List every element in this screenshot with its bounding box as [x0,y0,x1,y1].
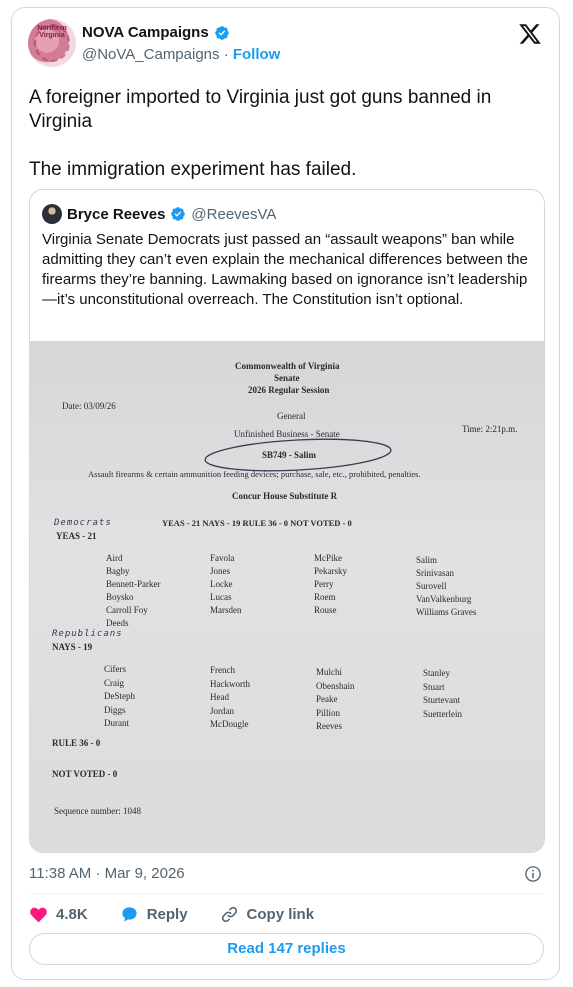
senator-name: Williams Graves [416,607,477,617]
reply-label: Reply [146,906,188,923]
senator-name: Suetterlein [423,708,462,719]
quoted-author-name: Bryce Reeves [67,205,166,223]
yeas-column: Aird Bagby Bennett-Parker Boysko Carroll… [106,552,160,630]
yeas-column: Favola Jones Locke Lucas Marsden [210,552,242,617]
author-handle-row: @NoVA_Campaigns · Follow [82,46,280,63]
verified-badge-icon [171,207,186,221]
senator-name: Head [210,692,229,702]
senator-name: Stanley [423,668,450,678]
nays-column: Stanley Stuart Sturtevant Suetterlein [423,667,462,721]
doc-nays-label: NAYS - 19 [52,642,93,652]
doc-header: Senate [274,373,300,383]
doc-date: Date: 03/09/26 [62,401,116,411]
senator-name: Locke [210,579,233,589]
senator-name: Aird [106,553,123,563]
senator-name: Marsden [210,605,242,615]
divider [29,893,544,894]
tweet-card: Northern Virginia NOVA Campaigns @NoVA_C… [11,7,560,980]
senator-name: Craig [104,677,124,688]
vote-document-photo[interactable]: Commonwealth of Virginia Senate 2026 Reg… [30,341,544,852]
senator-name: Bagby [106,566,130,576]
senator-name: VanValkenburg [416,594,472,604]
nays-column: French Hackworth Head Jordan McDougle [210,664,250,732]
doc-time: Time: 2:21p.m. [462,424,518,434]
verified-badge-icon [214,25,229,40]
senator-name: Diggs [104,704,126,715]
senator-name: Perry [314,579,334,589]
like-button[interactable]: 4.8K [29,905,88,924]
quoted-author-row: Bryce Reeves @ReevesVA [42,204,276,224]
senator-name: Bennett-Parker [106,579,161,589]
doc-tally: YEAS - 21 NAYS - 19 RULE 36 - 0 NOT VOTE… [162,518,352,528]
reply-bubble-icon [122,907,137,922]
doc-sequence: Sequence number: 1048 [54,806,141,816]
senator-name: Durant [104,718,129,728]
doc-general: General [277,411,306,421]
handle-separator: · [223,46,229,63]
follow-button[interactable]: Follow [233,46,281,63]
tweet-paragraph: The immigration experiment has failed. [29,159,357,180]
senator-name: Pekarsky [314,566,347,576]
reply-button[interactable]: Reply [120,905,188,924]
author-display-name[interactable]: NOVA Campaigns [82,24,209,41]
doc-header: Commonwealth of Virginia [235,361,340,371]
senator-name: Sturtevant [423,695,460,705]
tweet-timestamp[interactable]: 11:38 AM · Mar 9, 2026 [29,865,185,882]
link-icon [221,906,237,923]
like-count: 4.8K [56,906,88,923]
senator-name: DeSteph [104,691,135,701]
x-logo-icon[interactable] [518,22,542,46]
senator-name: Surovell [416,581,447,591]
action-bar: 4.8K Reply Copy link [29,905,346,924]
senator-name: Boysko [106,592,134,602]
yeas-column: McPike Pekarsky Perry Roem Rouse [314,552,347,617]
senator-name: Jordan [210,705,234,716]
avatar-text: Northern Virginia [37,25,67,39]
tweet-text: A foreigner imported to Virginia just go… [29,86,539,182]
quoted-text: Virginia Senate Democrats just passed an… [42,231,528,308]
senator-name: McDougle [210,719,249,729]
nays-column: Mulchi Obenshain Peake Pillion Reeves [316,666,355,734]
author-handle[interactable]: @NoVA_Campaigns [82,46,220,63]
senator-name: Rouse [314,605,337,615]
senator-name: Jones [210,566,230,576]
doc-header: 2026 Regular Session [248,385,330,395]
doc-yeas-label: YEAS - 21 [56,531,97,541]
quoted-tweet[interactable]: Bryce Reeves @ReevesVA Virginia Senate D… [29,189,545,853]
copy-link-label: Copy link [246,906,315,923]
senator-name: Pillion [316,707,341,718]
tweet-paragraph: A foreigner imported to Virginia just go… [29,87,492,132]
senator-name: Roem [314,592,336,602]
senator-name: Cifers [104,664,126,674]
senator-name: Hackworth [210,678,250,689]
heart-icon [30,907,47,923]
handwritten-republicans: Republicans [52,629,123,639]
senator-name: Peake [316,694,338,704]
senator-name: Favola [210,553,235,563]
senator-name: French [210,665,235,675]
senator-name: Reeves [316,721,342,731]
author-avatar[interactable]: Northern Virginia [28,19,76,67]
senator-name: Salim [416,555,438,565]
nays-column: Cifers Craig DeSteph Diggs Durant [104,663,135,731]
senator-name: Stuart [423,681,445,692]
doc-motion: Concur House Substitute R [232,491,338,501]
quoted-author-handle: @ReevesVA [191,205,277,223]
senator-name: Lucas [210,592,232,602]
senator-name: Mulchi [316,667,342,677]
handwritten-democrats: Democrats [54,518,112,528]
info-icon[interactable] [524,865,542,883]
copy-link-button[interactable]: Copy link [220,905,315,924]
doc-rule36: RULE 36 - 0 [52,738,101,748]
yeas-column: Salim Srinivasan Surovell VanValkenburg … [416,554,476,619]
senator-name: Srinivasan [416,568,454,578]
doc-not-voted: NOT VOTED - 0 [52,769,118,779]
doc-description: Assault firearms & certain ammunition fe… [88,469,421,479]
senator-name: McPike [314,553,342,563]
quoted-author-avatar [42,204,62,224]
author-name-row: NOVA Campaigns [82,24,230,41]
read-replies-button[interactable]: Read 147 replies [29,933,544,965]
senator-name: Obenshain [316,680,355,691]
senator-name: Carroll Foy [106,605,148,615]
